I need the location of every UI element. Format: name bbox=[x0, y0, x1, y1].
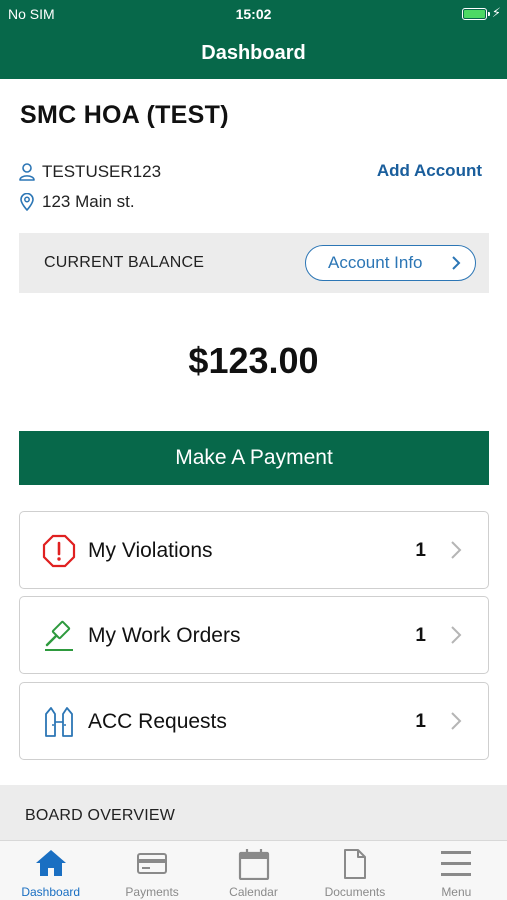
charging-bolt-icon: ⚡︎ bbox=[491, 5, 501, 20]
tab-label: Payments bbox=[125, 885, 179, 899]
tab-label: Dashboard bbox=[21, 885, 81, 899]
violation-octagon-icon bbox=[42, 534, 76, 568]
tab-documents[interactable]: Documents bbox=[304, 841, 405, 900]
calendar-icon bbox=[238, 849, 269, 880]
board-overview-label: BOARD OVERVIEW bbox=[25, 807, 176, 824]
tab-dashboard[interactable]: Dashboard bbox=[0, 841, 101, 900]
add-account-link[interactable]: Add Account bbox=[377, 161, 482, 181]
tab-label: Calendar bbox=[229, 885, 278, 899]
current-balance-bar: CURRENT BALANCE Account Info bbox=[19, 233, 489, 293]
work-orders-item[interactable]: My Work Orders 1 bbox=[19, 596, 489, 674]
item-label: My Violations bbox=[88, 539, 213, 562]
violations-item[interactable]: My Violations 1 bbox=[19, 511, 489, 589]
tab-label: Menu bbox=[441, 885, 472, 899]
account-info-label: Account Info bbox=[328, 253, 423, 272]
nav-bar: Dashboard bbox=[0, 28, 507, 79]
chevron-right-icon bbox=[451, 712, 462, 730]
chevron-right-icon bbox=[452, 256, 461, 270]
user-icon bbox=[19, 163, 35, 181]
document-icon bbox=[343, 849, 366, 879]
item-count: 1 bbox=[415, 625, 426, 646]
tab-payments[interactable]: Payments bbox=[101, 841, 202, 900]
hoa-name: SMC HOA (TEST) bbox=[20, 101, 229, 129]
status-time: 15:02 bbox=[235, 6, 272, 22]
acc-requests-item[interactable]: ACC Requests 1 bbox=[19, 682, 489, 760]
tab-menu[interactable]: Menu bbox=[406, 841, 507, 900]
current-balance-label: CURRENT BALANCE bbox=[44, 254, 205, 271]
battery-icon bbox=[462, 8, 490, 20]
board-overview-section: BOARD OVERVIEW bbox=[0, 785, 507, 845]
tab-label: Documents bbox=[324, 885, 386, 899]
address-row: 123 Main st. bbox=[19, 190, 135, 214]
item-label: ACC Requests bbox=[88, 710, 227, 733]
location-pin-icon bbox=[20, 193, 34, 211]
item-count: 1 bbox=[415, 540, 426, 561]
menu-icon bbox=[441, 851, 472, 876]
account-info-button[interactable]: Account Info bbox=[305, 245, 476, 281]
balance-amount: $123.00 bbox=[188, 340, 319, 381]
status-bar: No SIM 15:02 ⚡︎ bbox=[0, 0, 507, 28]
hammer-icon bbox=[45, 620, 73, 651]
make-payment-button[interactable]: Make A Payment bbox=[19, 431, 489, 485]
item-count: 1 bbox=[415, 711, 426, 732]
username: TESTUSER123 bbox=[42, 162, 162, 181]
address: 123 Main st. bbox=[42, 192, 135, 211]
chevron-right-icon bbox=[451, 626, 462, 644]
tab-calendar[interactable]: Calendar bbox=[203, 841, 304, 900]
request-doors-icon bbox=[45, 707, 73, 737]
page-title: Dashboard bbox=[201, 42, 306, 64]
item-label: My Work Orders bbox=[88, 624, 241, 647]
home-icon bbox=[35, 850, 66, 876]
user-row: TESTUSER123 bbox=[19, 160, 161, 184]
chevron-right-icon bbox=[451, 541, 462, 559]
tab-bar: Dashboard Payments Calendar Documents Me… bbox=[0, 840, 507, 900]
credit-card-icon bbox=[137, 853, 168, 874]
